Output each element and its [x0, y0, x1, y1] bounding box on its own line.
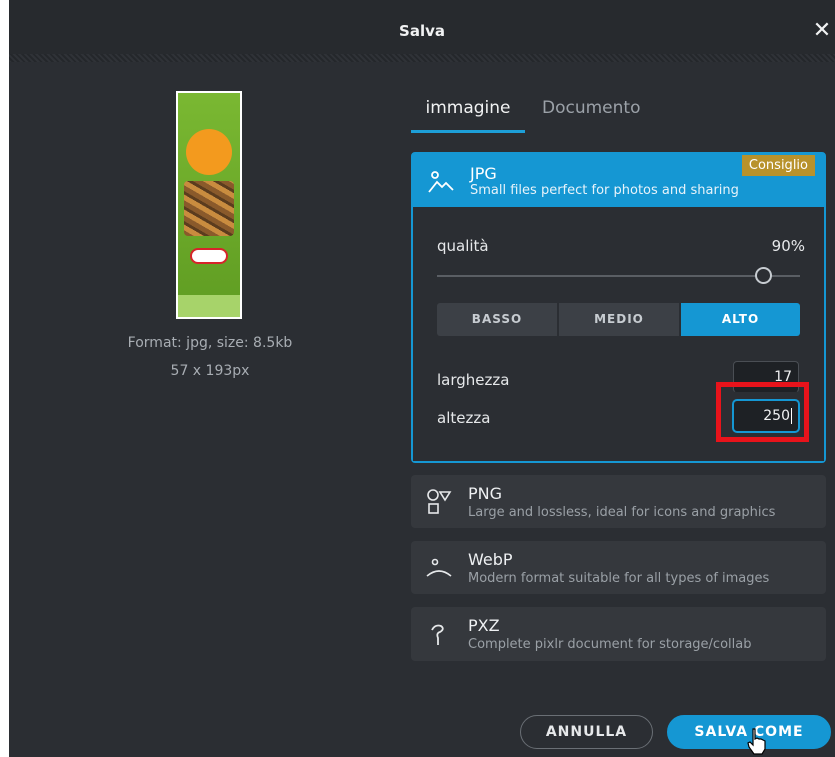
quality-label: qualità — [437, 237, 489, 255]
close-icon[interactable]: ✕ — [811, 20, 833, 42]
width-input[interactable]: 17 — [733, 361, 799, 393]
format-option-jpg[interactable]: JPG Small files perfect for photos and s… — [411, 152, 826, 463]
image-mountain-icon — [428, 171, 454, 193]
jpg-settings: qualità 90% BASSO MEDIO ALTO larghezza 1… — [413, 207, 824, 461]
dialog-title: Salva — [399, 22, 445, 40]
quality-slider[interactable] — [437, 275, 800, 277]
pxz-icon — [431, 624, 444, 645]
preview-format-info: Format: jpg, size: 8.5kb — [127, 335, 293, 351]
shapes-icon — [427, 489, 452, 514]
webp-format-description: Modern format suitable for all types of … — [468, 571, 770, 586]
jpg-format-description: Small files perfect for photos and shari… — [470, 183, 739, 198]
save-dialog: Salva ✕ Format: jpg, size: 8.5kb 57 x 19… — [9, 0, 835, 757]
image-preview — [176, 91, 242, 319]
webp-icon — [426, 558, 452, 577]
preview-dimensions: 57 x 193px — [170, 363, 250, 379]
height-input[interactable]: 250 — [733, 400, 799, 432]
quality-slider-handle[interactable] — [755, 267, 773, 284]
preview-product-image — [178, 93, 240, 317]
preset-basso-button[interactable]: BASSO — [437, 303, 557, 336]
format-option-png[interactable]: PNG Large and lossless, ideal for icons … — [411, 475, 826, 528]
text-caret — [791, 408, 792, 424]
width-label: larghezza — [437, 371, 510, 389]
recommended-badge: Consiglio — [741, 155, 815, 176]
height-input-value: 250 — [763, 408, 790, 424]
jpg-header[interactable]: JPG Small files perfect for photos and s… — [413, 154, 824, 207]
pxz-format-name: PXZ — [468, 616, 500, 635]
height-label: altezza — [437, 409, 491, 427]
webp-format-name: WebP — [468, 550, 513, 569]
titlebar-divider — [9, 54, 835, 62]
cancel-button[interactable]: ANNULLA — [520, 715, 653, 749]
tab-documento[interactable]: Documento — [542, 98, 640, 133]
jpg-format-name: JPG — [470, 164, 497, 183]
format-option-pxz[interactable]: PXZ Complete pixlr document for storage/… — [411, 607, 826, 661]
png-format-description: Large and lossless, ideal for icons and … — [468, 505, 776, 520]
tab-immagine[interactable]: immagine — [411, 98, 525, 133]
preset-alto-button[interactable]: ALTO — [681, 303, 800, 336]
quality-value: 90% — [771, 237, 805, 255]
preset-medio-button[interactable]: MEDIO — [559, 303, 679, 336]
format-option-webp[interactable]: WebP Modern format suitable for all type… — [411, 541, 826, 594]
dialog-titlebar: Salva ✕ — [9, 0, 835, 62]
png-format-name: PNG — [468, 484, 503, 503]
pxz-format-description: Complete pixlr document for storage/coll… — [468, 637, 752, 652]
hand-cursor-icon — [747, 728, 766, 755]
